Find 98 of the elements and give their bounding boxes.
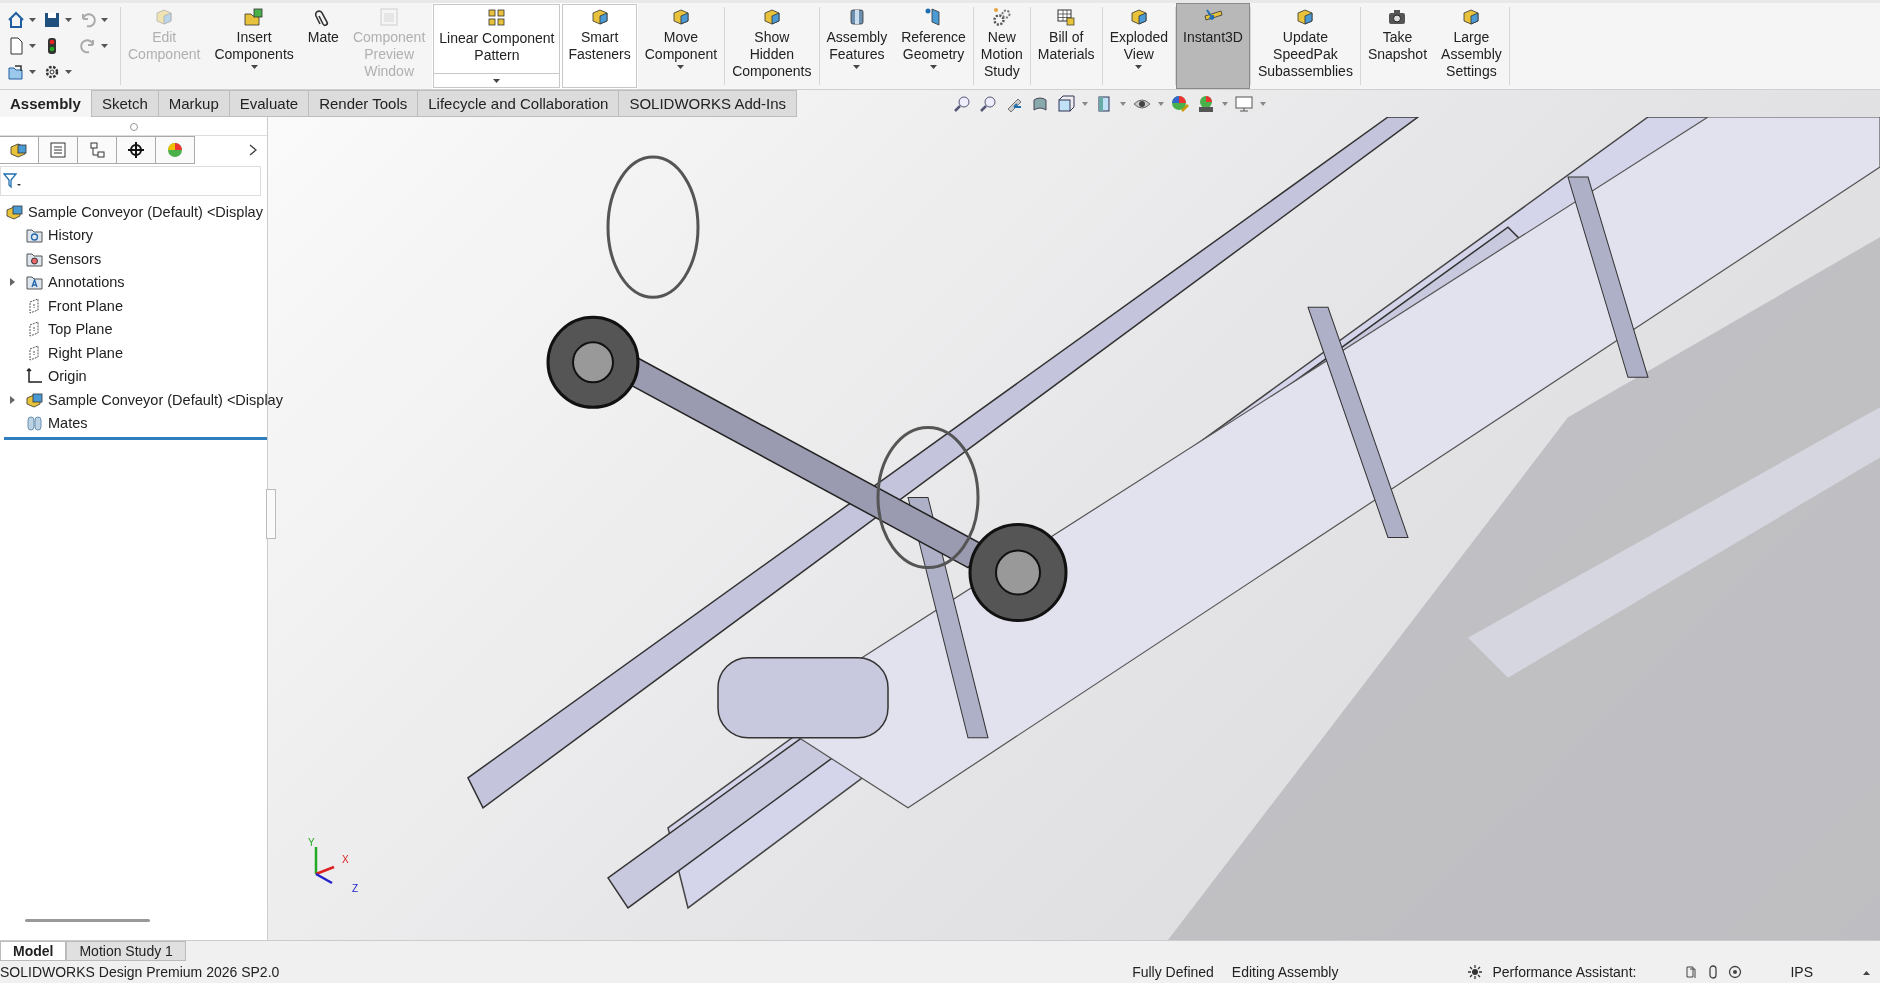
filter-field[interactable]	[0, 166, 261, 196]
gear-icon	[990, 6, 1013, 28]
home-icon[interactable]	[6, 10, 26, 30]
display-manager-tab[interactable]	[155, 136, 195, 164]
editing-mode-status: Editing Assembly	[1231, 964, 1339, 980]
memory-icon[interactable]	[1708, 965, 1719, 979]
ribbon-button[interactable]: New Motion Study	[973, 3, 1030, 89]
ribbon-button[interactable]: Update SpeedPak Subassemblies	[1250, 3, 1360, 89]
color-ball-icon	[166, 141, 184, 159]
definition-status: Fully Defined	[1132, 964, 1214, 980]
feature-tree-tab[interactable]	[0, 136, 39, 164]
open-file-icon[interactable]	[6, 62, 26, 82]
ribbon-button[interactable]: Insert Components	[207, 3, 301, 89]
caret-icon[interactable]	[29, 17, 36, 23]
ribbon-button[interactable]: Assembly Features	[819, 3, 895, 89]
assembly-icon	[6, 203, 24, 220]
y-axis-label: Y	[308, 837, 315, 848]
caret-icon	[677, 65, 685, 70]
tree-item[interactable]: History	[10, 223, 94, 247]
performance-icon[interactable]	[1468, 965, 1483, 979]
command-tab[interactable]: Markup	[157, 90, 230, 117]
zoom-to-fit-icon[interactable]	[952, 93, 973, 114]
ribbon-button[interactable]: Show Hidden Components	[725, 3, 819, 89]
origin-icon	[26, 368, 44, 385]
filter-icon	[3, 173, 21, 189]
ribbon-button[interactable]: Take Snapshot	[1360, 3, 1435, 89]
bottom-tab[interactable]: Motion Study 1	[66, 941, 186, 961]
caret-up-icon[interactable]	[1863, 969, 1870, 975]
z-axis-label: Z	[352, 883, 359, 894]
property-manager-tab[interactable]	[38, 136, 78, 164]
hierarchy-icon	[88, 141, 106, 159]
caret-icon	[250, 65, 258, 70]
tree-item[interactable]: Front Plane	[10, 294, 123, 318]
caret-icon[interactable]	[493, 78, 501, 84]
caret-icon[interactable]	[101, 17, 108, 23]
tree-item[interactable]: Top Plane	[10, 317, 113, 341]
tree-item[interactable]: Mates	[10, 411, 88, 435]
monitor-icon[interactable]	[1234, 93, 1255, 114]
button-label: Pattern	[474, 47, 520, 64]
caret-icon	[853, 65, 861, 70]
command-tab[interactable]: Render Tools	[308, 90, 419, 117]
caret-icon[interactable]	[65, 69, 72, 75]
ribbon-button[interactable]: Exploded View	[1102, 3, 1175, 89]
command-tab[interactable]: Sketch	[90, 90, 159, 117]
caret-icon	[1135, 65, 1143, 70]
expand-arrow-icon[interactable]	[10, 395, 16, 404]
edit-appearance-icon[interactable]	[1170, 93, 1191, 114]
button-label: Linear Component	[439, 30, 555, 47]
caret-icon[interactable]	[65, 17, 72, 23]
panel-resize-handle[interactable]	[266, 489, 276, 539]
performance-assistant-label: Performance Assistant:	[1492, 964, 1637, 980]
product-version-text: SOLIDWORKS Design Premium 2026 SP2.0	[0, 964, 280, 980]
x-axis-label: X	[342, 854, 349, 865]
assembly-icon	[9, 141, 29, 159]
graphics-icon[interactable]	[1728, 965, 1743, 979]
ribbon-button[interactable]: Move Component	[637, 3, 725, 89]
bottom-tab[interactable]: Model	[0, 941, 67, 961]
tree-item[interactable]: Origin	[10, 364, 87, 388]
tree-item[interactable]: Right Plane	[10, 341, 123, 365]
save-icon[interactable]	[42, 10, 62, 30]
command-tab[interactable]: Lifecycle and Collaboration	[417, 90, 620, 117]
ribbon-button[interactable]: Large Assembly Settings	[1434, 3, 1509, 89]
folder-cube-icon	[243, 6, 266, 28]
history-folder-icon	[26, 227, 44, 244]
ribbon-button[interactable]: Instant3D	[1176, 3, 1250, 89]
command-tab[interactable]: Assembly	[0, 90, 92, 117]
ribbon-button[interactable]: Bill of Materials	[1030, 3, 1102, 89]
ribbon-button[interactable]: Mate	[300, 3, 346, 89]
rebuild-icon[interactable]	[1684, 965, 1699, 979]
tree-item[interactable]: Annotations	[10, 270, 125, 294]
window-icon	[378, 6, 401, 28]
zoom-to-area-icon[interactable]	[978, 93, 999, 114]
crosshair-icon	[127, 141, 145, 159]
tree-item[interactable]: Sensors	[10, 247, 102, 271]
command-tab[interactable]: SOLIDWORKS Add-Ins	[618, 90, 798, 117]
tree-item[interactable]: Sample Conveyor (Default) <Display	[10, 388, 283, 412]
sensors-folder-icon	[26, 250, 44, 267]
tree-item[interactable]: Sample Conveyor (Default) <Display	[0, 200, 267, 224]
annotations-folder-icon	[26, 274, 44, 291]
ribbon-split-button[interactable]: Linear Component Pattern	[432, 3, 562, 89]
list-icon	[49, 141, 67, 159]
table-icon	[1055, 6, 1078, 28]
caret-icon[interactable]	[29, 69, 36, 75]
ribbon-button[interactable]: Smart Fasteners	[561, 3, 638, 89]
mates-icon	[26, 415, 44, 432]
units-selector[interactable]: IPS	[1790, 964, 1813, 980]
expand-arrow-icon[interactable]	[10, 278, 16, 287]
view-orientation-icon[interactable]	[1056, 93, 1077, 114]
ribbon-button[interactable]: Reference Geometry	[894, 3, 973, 89]
horizontal-scrollbar[interactable]	[25, 919, 150, 922]
caret-icon	[930, 65, 937, 70]
command-tab[interactable]: Evaluate	[228, 90, 310, 117]
caret-icon[interactable]	[101, 43, 108, 49]
chevron-right-icon[interactable]	[249, 144, 257, 156]
assembly-icon	[26, 391, 44, 408]
grid-icon	[485, 7, 508, 29]
dimxpert-tab[interactable]	[116, 136, 156, 164]
caret-icon[interactable]	[29, 43, 36, 49]
